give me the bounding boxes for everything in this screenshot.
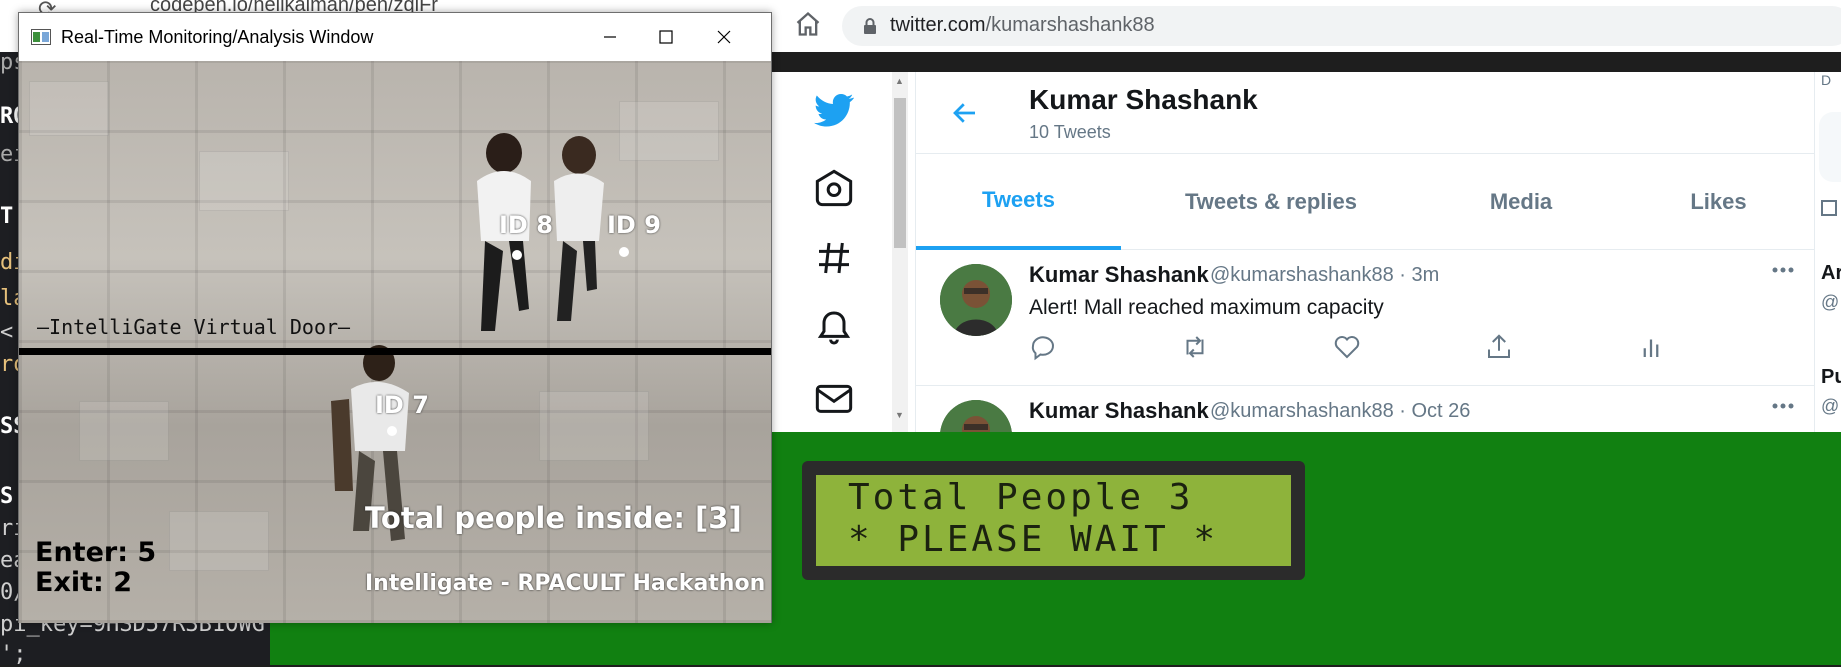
paving-stone bbox=[29, 81, 109, 136]
tweet-text: Alert! Mall reached maximum capacity bbox=[1029, 296, 1384, 319]
scroll-down-icon[interactable]: ▼ bbox=[895, 410, 904, 420]
app-icon bbox=[31, 29, 51, 45]
code-line: < bbox=[0, 320, 14, 345]
back-arrow-icon[interactable] bbox=[950, 98, 980, 128]
twitter-nav-rail bbox=[772, 72, 892, 432]
profile-column: Kumar Shashank 10 Tweets Tweets Tweets &… bbox=[915, 72, 1816, 432]
search-field-partial[interactable] bbox=[1819, 112, 1841, 182]
url-text: twitter.com/kumarshashank88 bbox=[890, 14, 1155, 37]
scrollbar-thumb[interactable] bbox=[894, 98, 906, 248]
close-icon[interactable] bbox=[701, 21, 747, 53]
person-figure bbox=[477, 133, 604, 331]
tracked-id-label: ID 8 bbox=[499, 211, 553, 239]
tweet-handle-time: @kumarshashank88 · 3m bbox=[1210, 264, 1440, 286]
monitoring-window[interactable]: Real-Time Monitoring/Analysis Window ID … bbox=[18, 12, 772, 623]
paving-stone bbox=[169, 511, 269, 571]
tab-media[interactable]: Media bbox=[1421, 154, 1621, 250]
tweet[interactable]: Kumar Shashank @kumarshashank88 · 3m Ale… bbox=[916, 250, 1816, 386]
lcd-display: Total People 3 * PLEASE WAIT * bbox=[802, 461, 1305, 580]
tweet-count: 10 Tweets bbox=[1029, 122, 1111, 142]
lcd-line-2: * PLEASE WAIT * bbox=[848, 519, 1219, 560]
virtual-door-label: —IntelliGate Virtual Door— bbox=[37, 315, 351, 339]
suggested-user-handle: @ bbox=[1821, 292, 1840, 312]
right-sidebar-partial: D Ar @ Pu @ bbox=[1815, 72, 1841, 432]
share-icon[interactable] bbox=[1484, 332, 1514, 362]
sidebar-fragment: D bbox=[1821, 72, 1832, 88]
paving-stone bbox=[619, 101, 719, 161]
window-title: Real-Time Monitoring/Analysis Window bbox=[61, 27, 374, 47]
suggested-user-handle: @ bbox=[1821, 396, 1840, 416]
paving-stone bbox=[199, 151, 289, 211]
retweet-icon[interactable] bbox=[1180, 332, 1210, 362]
code-line: '; bbox=[0, 642, 27, 667]
enter-count: Enter: 5 bbox=[35, 537, 157, 568]
suggested-user-name[interactable]: Ar bbox=[1821, 262, 1841, 285]
home-icon[interactable] bbox=[794, 10, 822, 38]
home-nav-icon[interactable] bbox=[814, 168, 854, 208]
url-domain: twitter.com bbox=[890, 14, 986, 36]
exit-count: Exit: 2 bbox=[35, 567, 133, 598]
address-bar[interactable]: twitter.com/kumarshashank88 bbox=[842, 6, 1841, 46]
avatar[interactable] bbox=[940, 400, 1012, 432]
tracking-centroid bbox=[387, 426, 397, 436]
more-options-icon[interactable] bbox=[1768, 396, 1798, 416]
tracked-id-label: ID 7 bbox=[375, 391, 429, 419]
tab-tweets-and-replies[interactable]: Tweets & replies bbox=[1121, 154, 1421, 250]
more-options-icon[interactable] bbox=[1768, 260, 1798, 280]
tweet-author-name[interactable]: Kumar Shashank bbox=[1029, 398, 1209, 424]
tweet-handle-time: @kumarshashank88 · Oct 26 bbox=[1210, 400, 1471, 422]
reply-icon[interactable] bbox=[1028, 332, 1058, 362]
tracking-centroid bbox=[619, 247, 629, 257]
url-path: /kumarshashank88 bbox=[985, 14, 1155, 36]
tracking-centroid bbox=[512, 250, 522, 260]
profile-header: Kumar Shashank 10 Tweets bbox=[916, 72, 1816, 154]
explore-hashtag-icon[interactable] bbox=[814, 238, 854, 278]
twitter-page: ▲ ▼ Kumar Shashank 10 Tweets Tweets Twee… bbox=[772, 72, 1841, 432]
maximize-icon[interactable] bbox=[643, 21, 689, 53]
paving-stone bbox=[79, 401, 169, 461]
avatar[interactable] bbox=[940, 264, 1012, 336]
person-figure bbox=[331, 345, 409, 541]
tab-tweets[interactable]: Tweets bbox=[916, 154, 1121, 250]
tweet-author-name[interactable]: Kumar Shashank bbox=[1029, 262, 1209, 288]
external-link-icon[interactable] bbox=[1821, 200, 1837, 216]
tab-likes[interactable]: Likes bbox=[1621, 154, 1816, 250]
lock-icon bbox=[864, 18, 876, 34]
lcd-line-1: Total People 3 bbox=[848, 477, 1194, 518]
paving-stone bbox=[539, 391, 649, 461]
twitter-bird-icon[interactable] bbox=[814, 90, 854, 130]
hackathon-caption: Intelligate - RPACULT Hackathon bbox=[365, 571, 766, 596]
tracked-id-label: ID 9 bbox=[607, 211, 661, 239]
video-feed: ID 8 ID 9 ID 7 —IntelliGate Virtual Door… bbox=[19, 61, 771, 623]
messages-mail-icon[interactable] bbox=[814, 378, 854, 418]
tweet[interactable]: Kumar Shashank @kumarshashank88 · Oct 26 bbox=[916, 386, 1816, 432]
minimize-icon[interactable] bbox=[587, 21, 633, 53]
profile-name: Kumar Shashank bbox=[1029, 84, 1258, 115]
like-heart-icon[interactable] bbox=[1332, 332, 1362, 362]
profile-tabs: Tweets Tweets & replies Media Likes bbox=[916, 154, 1816, 250]
total-inside-text: Total people inside: [3] bbox=[365, 501, 742, 535]
scrollbar[interactable]: ▲ ▼ bbox=[892, 72, 908, 432]
lcd-screen: Total People 3 * PLEASE WAIT * bbox=[816, 475, 1291, 566]
code-line: T bbox=[0, 204, 14, 229]
window-titlebar[interactable]: Real-Time Monitoring/Analysis Window bbox=[19, 13, 771, 61]
analytics-icon[interactable] bbox=[1636, 332, 1666, 362]
scroll-up-icon[interactable]: ▲ bbox=[895, 76, 904, 86]
virtual-door-line bbox=[19, 348, 771, 355]
suggested-user-name[interactable]: Pu bbox=[1821, 366, 1841, 389]
code-line: S bbox=[0, 484, 14, 509]
notifications-bell-icon[interactable] bbox=[814, 308, 854, 348]
